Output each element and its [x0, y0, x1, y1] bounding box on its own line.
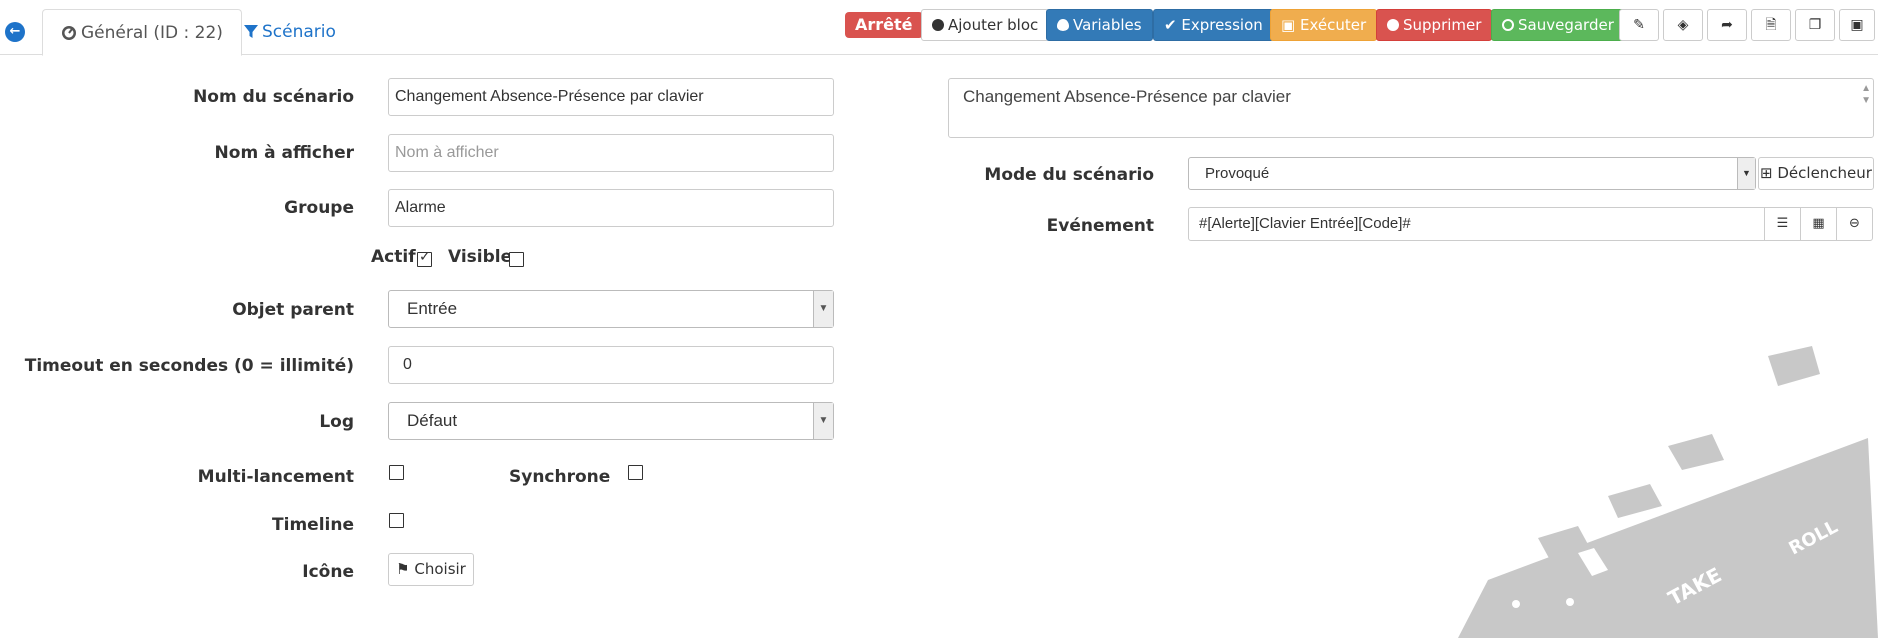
status-badge: Arrêté — [845, 12, 923, 38]
scroll-arrows-icon[interactable]: ▲ ▼ — [1861, 83, 1871, 107]
active-checkbox[interactable] — [417, 249, 432, 267]
delete-button[interactable]: Supprimer — [1376, 9, 1493, 41]
choose-label: Choisir — [414, 560, 466, 578]
multi-launch-label: Multi-lancement — [197, 467, 354, 487]
check-circle-icon — [1502, 19, 1514, 31]
chevron-down-icon: ▼ — [813, 403, 833, 439]
file-icon[interactable]: 🗎 — [1751, 9, 1791, 41]
cubes-icon[interactable]: ◈ — [1663, 9, 1703, 41]
choose-icon-button[interactable]: ⚑ Choisir — [388, 553, 474, 586]
minus-circle-icon — [1387, 19, 1399, 31]
eye-icon — [1057, 19, 1069, 31]
tab-scenario-label: Scénario — [262, 22, 336, 42]
chevron-down-icon: ▼ — [1737, 158, 1755, 189]
scenario-name-input[interactable]: Changement Absence-Présence par clavier — [388, 78, 834, 116]
share-icon[interactable]: ➦ — [1707, 9, 1747, 41]
clapperboard-icon: TAKE ROLL — [1458, 346, 1878, 638]
tab-scenario[interactable]: Scénario — [226, 9, 354, 56]
add-block-button[interactable]: Ajouter bloc — [921, 9, 1050, 41]
check-icon: ✔ — [1164, 16, 1177, 34]
delete-label: Supprimer — [1403, 16, 1482, 34]
trigger-label: Déclencheur — [1777, 164, 1872, 182]
visible-label: Visible — [448, 247, 513, 267]
add-block-label: Ajouter bloc — [948, 16, 1039, 34]
edit-icon[interactable]: ✎ — [1619, 9, 1659, 41]
timeline-checkbox[interactable] — [389, 513, 404, 528]
mode-value: Provoqué — [1205, 165, 1270, 182]
mode-select[interactable]: Provoqué ▼ — [1188, 157, 1756, 190]
timeline-label: Timeline — [272, 515, 354, 535]
group-label: Groupe — [284, 198, 354, 218]
expand-icon[interactable]: ▣ — [1839, 9, 1875, 41]
filter-icon — [244, 25, 258, 38]
flag-icon: ⚑ — [396, 560, 410, 578]
save-button[interactable]: Sauvegarder — [1491, 9, 1625, 41]
icon-label: Icône — [302, 562, 354, 582]
tab-general[interactable]: Général (ID : 22) — [42, 9, 242, 56]
mode-label: Mode du scénario — [984, 165, 1154, 185]
back-arrow-icon[interactable]: ← — [5, 22, 25, 42]
plus-square-icon: ⊞ — [1760, 164, 1773, 182]
visible-checkbox[interactable] — [509, 252, 524, 267]
timeout-label: Timeout en secondes (0 = illimité) — [24, 356, 354, 376]
save-label: Sauvegarder — [1518, 16, 1614, 34]
gamepad-icon: ▣ — [1281, 16, 1296, 34]
event-label: Evénement — [1046, 216, 1154, 236]
synchronous-checkbox[interactable] — [628, 465, 643, 480]
parent-object-value: Entrée — [407, 299, 458, 318]
event-input[interactable]: #[Alerte][Clavier Entrée][Code]# — [1188, 207, 1766, 241]
multi-launch-checkbox[interactable] — [389, 465, 404, 480]
plus-circle-icon — [932, 19, 944, 31]
variables-label: Variables — [1073, 16, 1142, 34]
variables-button[interactable]: Variables — [1046, 9, 1153, 41]
log-value: Défaut — [407, 411, 458, 430]
description-textarea[interactable]: Changement Absence-Présence par clavier ▲… — [948, 78, 1874, 138]
parent-object-select[interactable]: Entrée ▼ — [388, 290, 834, 328]
log-select[interactable]: Défaut ▼ — [388, 402, 834, 440]
tab-general-label: Général (ID : 22) — [81, 23, 223, 43]
parent-object-label: Objet parent — [232, 300, 354, 320]
timeout-input[interactable]: 0 — [388, 346, 834, 384]
log-label: Log — [319, 412, 354, 432]
minus-circle-icon[interactable]: ⊖ — [1836, 207, 1873, 241]
active-label: Actif — [371, 247, 416, 267]
display-name-label: Nom à afficher — [214, 143, 354, 163]
copy-icon[interactable]: ❐ — [1795, 9, 1835, 41]
trigger-button[interactable]: ⊞ Déclencheur — [1758, 157, 1874, 190]
description-text: Changement Absence-Présence par clavier — [963, 87, 1291, 106]
list-icon[interactable]: ☰ — [1764, 207, 1801, 241]
expression-button[interactable]: ✔ Expression — [1153, 9, 1274, 41]
calculator-icon[interactable]: ▦ — [1800, 207, 1837, 241]
execute-button[interactable]: ▣ Exécuter — [1270, 9, 1378, 41]
dashboard-icon — [62, 26, 76, 40]
synchronous-label: Synchrone — [509, 467, 611, 487]
expression-label: Expression — [1181, 16, 1263, 34]
chevron-down-icon: ▼ — [813, 291, 833, 327]
name-label: Nom du scénario — [193, 87, 354, 107]
group-input[interactable]: Alarme — [388, 189, 834, 227]
display-name-input[interactable]: Nom à afficher — [388, 134, 834, 172]
execute-label: Exécuter — [1299, 16, 1367, 34]
